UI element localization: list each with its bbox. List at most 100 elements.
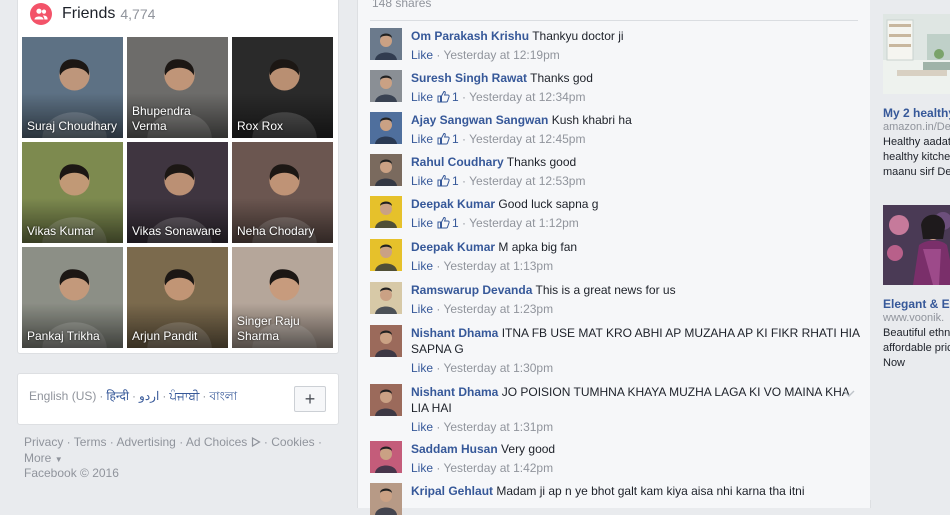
comment-like-button[interactable]: Like [411,461,433,475]
comment-avatar[interactable] [370,28,402,60]
thumbs-up-icon[interactable] [433,132,452,146]
comment-author-link[interactable]: Deepak Kumar [411,197,495,211]
comment-author-link[interactable]: Om Parakash Krishu [411,29,529,43]
comment-like-button[interactable]: Like [411,420,433,434]
friend-tile[interactable]: Pankaj Trikha [22,247,123,348]
ad-title[interactable]: My 2 healthy [883,106,950,120]
comment-body: Saddam Husan Very good [411,441,860,457]
friend-name[interactable]: Neha Chodary [237,224,329,239]
friends-count: 4,774 [120,6,156,22]
adchoices-icon[interactable] [251,436,261,448]
friends-title[interactable]: Friends [62,5,115,23]
thumbs-up-icon[interactable] [433,174,452,188]
comment-timestamp[interactable]: Yesterday at 1:13pm [443,259,553,273]
comment-avatar[interactable] [370,239,402,271]
ad-title[interactable]: Elegant & Eve [883,297,950,311]
comment-author-link[interactable]: Nishant Dhama [411,385,498,399]
friend-name[interactable]: Vikas Kumar [27,224,119,239]
comment-like-count[interactable]: 1 [452,132,459,146]
ad-image-fashion[interactable] [883,205,950,285]
comment-timestamp[interactable]: Yesterday at 1:23pm [443,302,553,316]
comment-like-button[interactable]: Like [411,174,433,188]
chevron-down-icon[interactable] [842,386,856,400]
comment-timestamp[interactable]: Yesterday at 12:34pm [469,90,585,104]
comment-avatar[interactable] [370,384,402,416]
footer-more-link[interactable]: More [24,451,51,465]
friend-name[interactable]: Arjun Pandit [132,329,224,344]
comment-like-button[interactable]: Like [411,216,433,230]
friend-name[interactable]: Pankaj Trikha [27,329,119,344]
comment-like-button[interactable]: Like [411,361,433,375]
friend-tile[interactable]: Rox Rox [232,37,333,138]
comment-like-button[interactable]: Like [411,132,433,146]
friend-tile[interactable]: Singer Raju Sharma [232,247,333,348]
shares-count[interactable]: 148 shares [372,0,431,10]
comment-avatar[interactable] [370,196,402,228]
ad-item[interactable]: Elegant & Eve www.voonik. Beautiful ethn… [883,205,950,371]
comment-like-count[interactable]: 1 [452,174,459,188]
friend-tile[interactable]: Arjun Pandit [127,247,228,348]
ad-image-kitchen[interactable] [883,14,950,94]
comment-like-button[interactable]: Like [411,90,433,104]
comment-avatar[interactable] [370,441,402,473]
comment-avatar[interactable] [370,112,402,144]
footer-terms-link[interactable]: Terms [74,435,107,449]
language-hindi[interactable]: हिन्दी [106,389,129,403]
thumbs-up-icon[interactable] [433,216,452,230]
footer-privacy-link[interactable]: Privacy [24,435,63,449]
comment-timestamp[interactable]: Yesterday at 12:45pm [469,132,585,146]
add-language-button[interactable]: + [294,386,326,412]
comment-avatar[interactable] [370,483,402,515]
comment-timestamp[interactable]: Yesterday at 1:12pm [469,216,579,230]
ad-domain[interactable]: www.voonik. [883,312,950,324]
friend-name[interactable]: Bhupendra Verma [132,104,224,134]
comment-avatar[interactable] [370,154,402,186]
friend-name[interactable]: Rox Rox [237,119,329,134]
comment-timestamp[interactable]: Yesterday at 1:42pm [443,461,553,475]
footer-advertising-link[interactable]: Advertising [116,435,175,449]
footer-cookies-link[interactable]: Cookies [271,435,314,449]
comment-like-count[interactable]: 1 [452,216,459,230]
comment-timestamp[interactable]: Yesterday at 12:19pm [443,48,559,62]
friend-tile[interactable]: Bhupendra Verma [127,37,228,138]
comment-author-link[interactable]: Rahul Coudhary [411,155,504,169]
comment-author-link[interactable]: Ajay Sangwan Sangwan [411,113,548,127]
comment-author-link[interactable]: Saddam Husan [411,442,498,456]
comment-author-link[interactable]: Deepak Kumar [411,240,495,254]
comment-text: Thanks god [530,71,593,85]
friend-grid: Suraj Choudhary Bhupendra Verma Rox Rox Vik… [22,37,334,348]
comment-like-button[interactable]: Like [411,259,433,273]
comment-avatar[interactable] [370,325,402,357]
comment-author-link[interactable]: Ramswarup Devanda [411,283,532,297]
comment-meta: Like 1 · Yesterday at 12:53pm [411,174,586,188]
ad-text-line: healthy kitche [883,151,950,163]
language-urdu[interactable]: اردو [139,389,159,403]
comment-author-link[interactable]: Kripal Gehlaut [411,484,493,498]
friend-name[interactable]: Vikas Sonawane [132,224,224,239]
comment-timestamp[interactable]: Yesterday at 1:31pm [443,420,553,434]
friend-tile[interactable]: Vikas Kumar [22,142,123,243]
friend-name[interactable]: Suraj Choudhary [27,119,119,134]
comment-like-button[interactable]: Like [411,48,433,62]
comment-meta: Like · Yesterday at 1:42pm [411,461,554,475]
comment-author-link[interactable]: Suresh Singh Rawat [411,71,527,85]
language-bengali[interactable]: বাংলা [209,389,237,403]
comment-author-link[interactable]: Nishant Dhama [411,326,498,340]
friend-tile[interactable]: Suraj Choudhary [22,37,123,138]
comment-avatar[interactable] [370,282,402,314]
ad-item[interactable]: My 2 healthy amazon.in/Det Healthy aadat… [883,14,950,180]
comment-body: Rahul Coudhary Thanks good [411,154,860,170]
friend-tile[interactable]: Neha Chodary [232,142,333,243]
comment-timestamp[interactable]: Yesterday at 1:30pm [443,361,553,375]
language-punjabi[interactable]: ਪੰਜਾਬੀ [169,389,199,403]
comment-timestamp[interactable]: Yesterday at 12:53pm [469,174,585,188]
comment-avatar[interactable] [370,70,402,102]
friend-tile[interactable]: Vikas Sonawane [127,142,228,243]
ad-domain[interactable]: amazon.in/Det [883,121,950,133]
comment-like-count[interactable]: 1 [452,90,459,104]
friend-name[interactable]: Singer Raju Sharma [237,314,329,344]
thumbs-up-icon[interactable] [433,90,452,104]
footer-adchoices-link[interactable]: Ad Choices [186,435,247,449]
comment-like-button[interactable]: Like [411,302,433,316]
more-dropdown-icon[interactable]: ▼ [55,455,63,464]
